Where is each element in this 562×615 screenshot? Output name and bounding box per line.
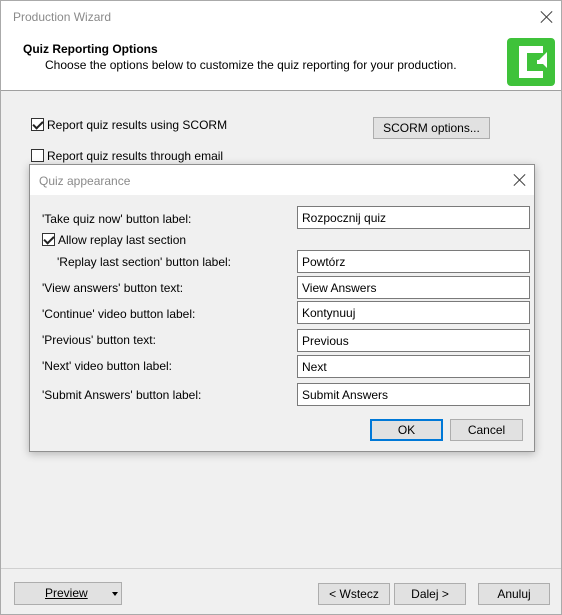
next-input[interactable] [297,355,530,378]
submit-input[interactable] [297,383,530,406]
allow-replay-checkbox[interactable] [42,233,55,246]
ok-button[interactable]: OK [370,419,443,441]
previous-label: 'Previous' button text: [42,333,156,347]
dialog-cancel-button[interactable]: Cancel [450,419,523,441]
footer-divider [1,568,561,569]
replay-label: 'Replay last section' button label: [57,255,232,269]
email-checkbox[interactable] [31,149,44,162]
scorm-checkbox[interactable] [31,118,44,131]
cancel-button[interactable]: Anuluj [478,583,550,605]
window-titlebar: Production Wizard [1,1,561,32]
back-button[interactable]: < Wstecz [318,583,390,605]
page-subtitle: Choose the options below to customize th… [45,58,457,72]
view-answers-input[interactable] [297,276,530,299]
next-button[interactable]: Dalej > [394,583,466,605]
previous-input[interactable] [297,329,530,352]
wizard-header: Quiz Reporting Options Choose the option… [1,32,561,91]
dialog-close-icon[interactable] [512,172,528,188]
replay-input[interactable] [297,250,530,273]
dialog-title: Quiz appearance [39,174,131,188]
allow-replay-label: Allow replay last section [58,233,187,247]
scorm-options-button[interactable]: SCORM options... [373,117,490,139]
preview-button[interactable]: Preview [14,582,122,605]
next-label: 'Next' video button label: [42,359,172,373]
page-title: Quiz Reporting Options [23,42,158,56]
take-quiz-label: 'Take quiz now' button label: [42,212,192,226]
dropdown-arrow-icon [112,592,118,596]
scorm-checkbox-label: Report quiz results using SCORM [47,118,228,132]
close-icon[interactable] [539,9,555,25]
camtasia-logo-icon [519,46,547,78]
view-answers-label: 'View answers' button text: [42,281,184,295]
quiz-appearance-dialog: Quiz appearance 'Take quiz now' button l… [29,164,535,452]
preview-button-label: Preview [45,586,88,600]
dialog-titlebar: Quiz appearance [30,165,534,195]
email-checkbox-label: Report quiz results through email [47,149,224,163]
continue-label: 'Continue' video button label: [42,307,196,321]
camtasia-logo [507,38,555,86]
production-wizard-window: Production Wizard Quiz Reporting Options… [0,0,562,615]
continue-input[interactable] [297,301,530,324]
submit-label: 'Submit Answers' button label: [42,388,202,402]
window-title: Production Wizard [13,10,112,24]
take-quiz-input[interactable] [297,206,530,229]
